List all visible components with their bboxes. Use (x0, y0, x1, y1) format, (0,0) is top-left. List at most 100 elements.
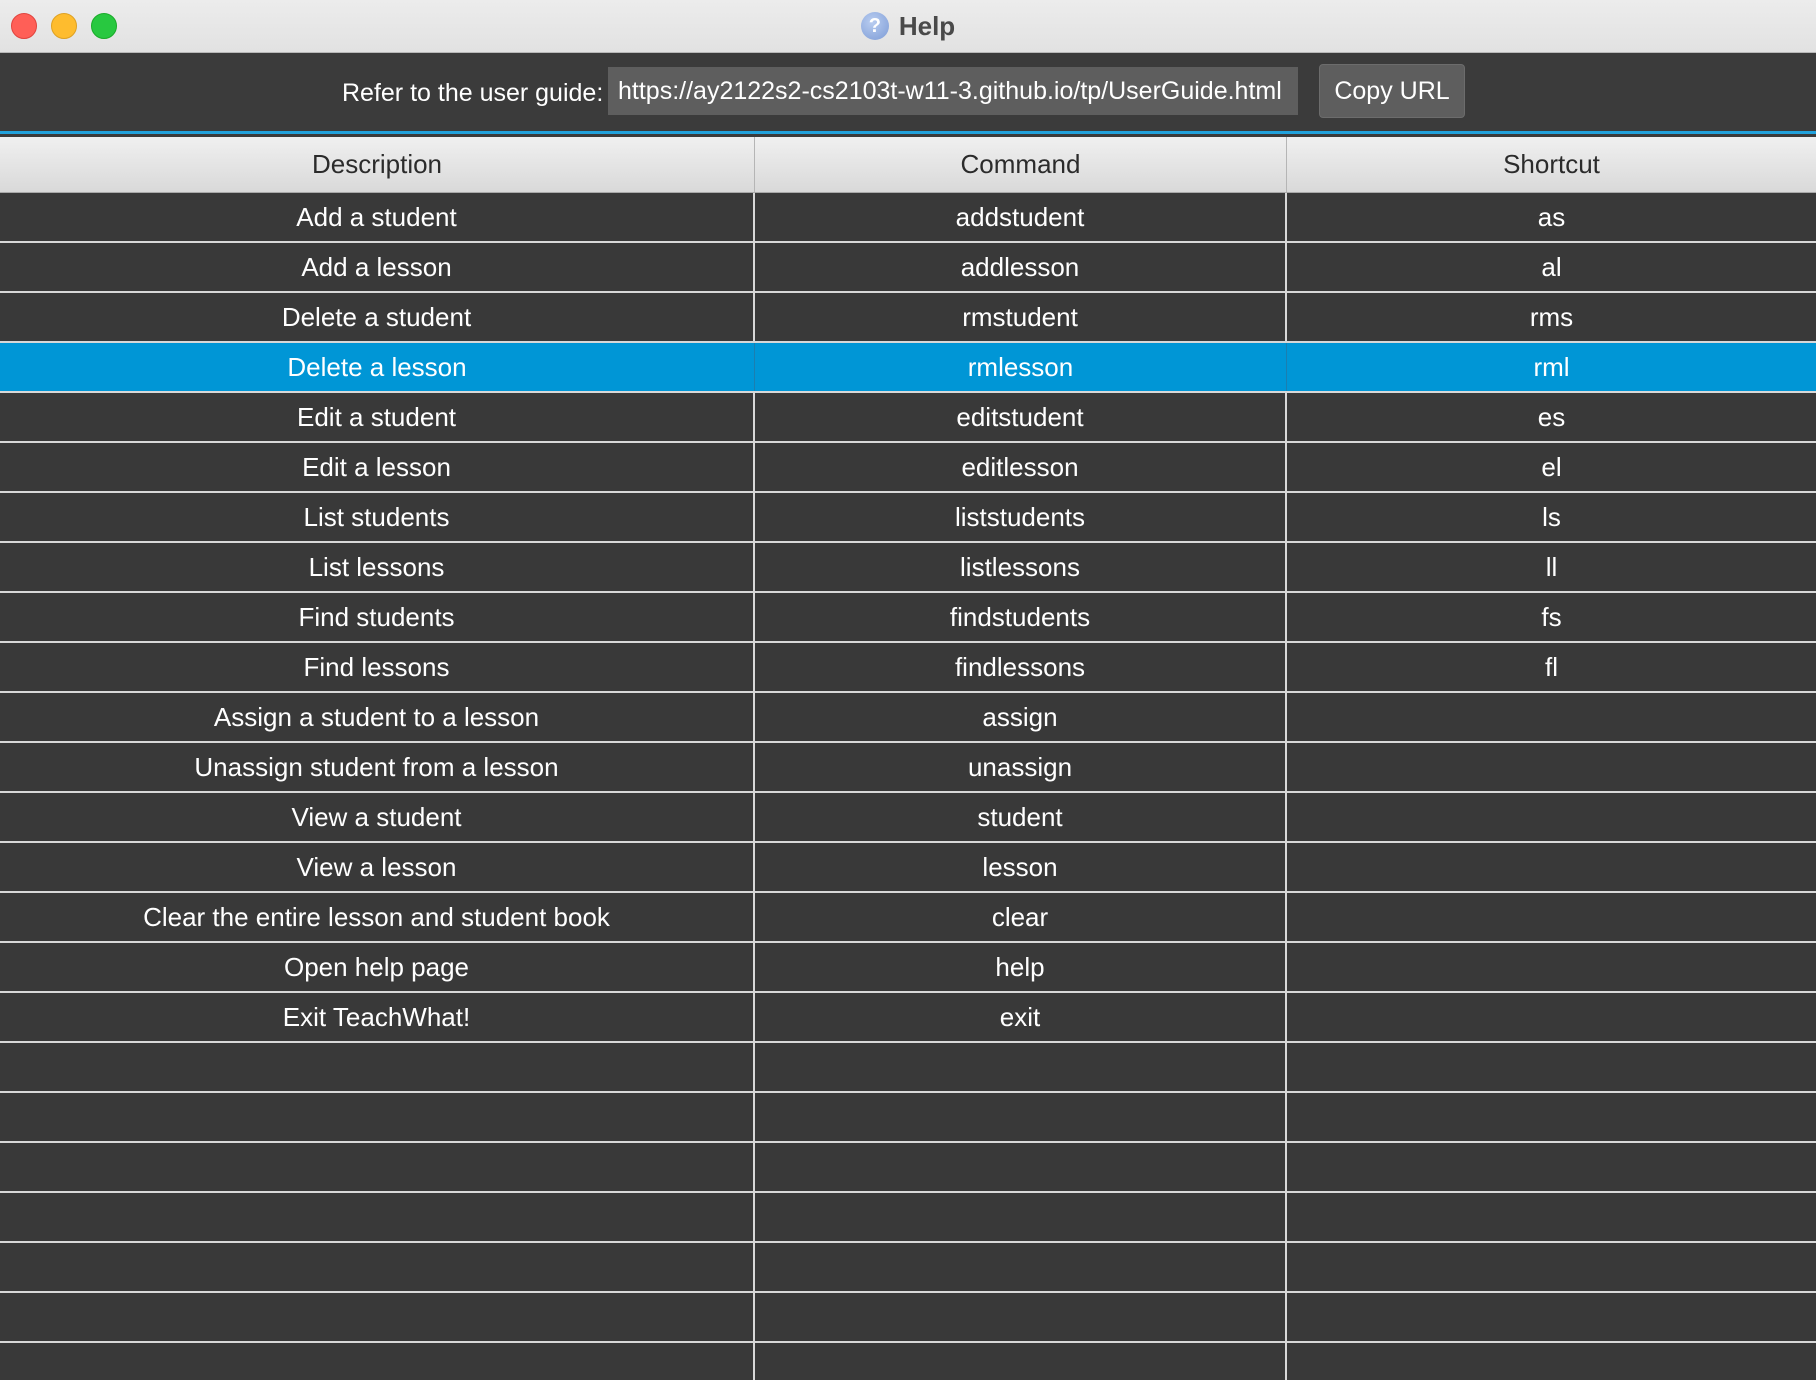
title-bar[interactable]: ? Help (0, 0, 1816, 53)
command-cell (755, 1143, 1287, 1191)
command-cell: assign (755, 693, 1287, 741)
table-row[interactable]: Edit a student editstudent es (0, 393, 1816, 443)
table-row[interactable] (0, 1193, 1816, 1243)
shortcut-cell (1287, 1193, 1816, 1241)
description-cell: Add a student (0, 193, 755, 241)
description-cell: Find students (0, 593, 755, 641)
shortcut-cell (1287, 1143, 1816, 1191)
command-cell: exit (755, 993, 1287, 1041)
command-cell (755, 1043, 1287, 1091)
table-row[interactable] (0, 1343, 1816, 1380)
command-cell: editlesson (755, 443, 1287, 491)
question-circle-icon: ? (860, 12, 889, 40)
shortcut-cell (1287, 1043, 1816, 1091)
description-cell (0, 1293, 755, 1341)
command-cell (755, 1343, 1287, 1380)
shortcut-cell (1287, 793, 1816, 841)
command-cell: findstudents (755, 593, 1287, 641)
shortcut-cell (1287, 843, 1816, 891)
description-cell: Add a lesson (0, 243, 755, 291)
table-row[interactable] (0, 1043, 1816, 1093)
shortcut-cell (1287, 993, 1816, 1041)
description-cell: List lessons (0, 543, 755, 591)
command-cell (755, 1193, 1287, 1241)
table-header: Description Command Shortcut (0, 137, 1816, 193)
command-cell: rmstudent (755, 293, 1287, 341)
description-cell: Open help page (0, 943, 755, 991)
description-cell: Delete a student (0, 293, 755, 341)
command-cell (755, 1293, 1287, 1341)
table-row[interactable]: View a student student (0, 793, 1816, 843)
shortcut-cell: rms (1529, 301, 1574, 332)
table-row[interactable]: Clear the entire lesson and student book… (0, 893, 1816, 943)
shortcut-cell: ll (1545, 551, 1558, 582)
command-cell: student (755, 793, 1287, 841)
table-row[interactable]: List lessons listlessons ll (0, 543, 1816, 593)
table-row[interactable]: Exit TeachWhat! exit (0, 993, 1816, 1043)
shortcut-cell (1287, 1343, 1816, 1380)
shortcut-cell: el (1541, 451, 1562, 482)
shortcut-cell (1287, 1293, 1816, 1341)
description-cell (0, 1193, 755, 1241)
table-row[interactable]: Find students findstudents fs (0, 593, 1816, 643)
table-row[interactable] (0, 1093, 1816, 1143)
description-cell (0, 1243, 755, 1291)
description-cell: Clear the entire lesson and student book (0, 893, 755, 941)
table-row[interactable]: Assign a student to a lesson assign (0, 693, 1816, 743)
description-cell: View a lesson (0, 843, 755, 891)
description-cell (0, 1343, 755, 1380)
description-cell: Exit TeachWhat! (0, 993, 755, 1041)
copy-url-button[interactable]: Copy URL (1319, 64, 1465, 118)
table-row[interactable] (0, 1243, 1816, 1293)
window-title-group: ? Help (0, 0, 1816, 52)
command-cell: clear (755, 893, 1287, 941)
command-cell: listlessons (755, 543, 1287, 591)
command-cell: unassign (755, 743, 1287, 791)
shortcut-cell (1287, 893, 1816, 941)
table-row[interactable]: Open help page help (0, 943, 1816, 993)
description-cell (0, 1093, 755, 1141)
table-row[interactable]: Delete a student rmstudent rms (0, 293, 1816, 343)
user-guide-url-field[interactable]: https://ay2122s2-cs2103t-w11-3.github.io… (608, 67, 1298, 115)
description-cell: Edit a lesson (0, 443, 755, 491)
table-row[interactable]: Edit a lesson editlesson el (0, 443, 1816, 493)
table-row[interactable]: List students liststudents ls (0, 493, 1816, 543)
table-row[interactable]: Delete a lesson rmlesson rml (0, 343, 1816, 393)
command-cell: liststudents (755, 493, 1287, 541)
column-header-command[interactable]: Command (755, 137, 1287, 192)
help-window: ? Help Refer to the user guide: https://… (0, 0, 1816, 1380)
shortcut-cell: ls (1542, 501, 1561, 532)
command-cell: editstudent (755, 393, 1287, 441)
column-header-description[interactable]: Description (0, 137, 755, 192)
table-row[interactable]: Add a student addstudent as (0, 193, 1816, 243)
description-cell: Find lessons (0, 643, 755, 691)
command-cell (755, 1243, 1287, 1291)
description-cell: Unassign student from a lesson (0, 743, 755, 791)
description-cell: Delete a lesson (0, 343, 755, 391)
description-cell: View a student (0, 793, 755, 841)
description-cell: List students (0, 493, 755, 541)
description-cell: Assign a student to a lesson (0, 693, 755, 741)
command-cell (755, 1093, 1287, 1141)
table-row[interactable]: Unassign student from a lesson unassign (0, 743, 1816, 793)
command-cell: addstudent (755, 193, 1287, 241)
command-cell: rmlesson (755, 343, 1287, 391)
table-body: Add a student addstudent as Add a lesson add… (0, 193, 1816, 1380)
shortcut-cell: as (1537, 201, 1566, 232)
table-row[interactable] (0, 1143, 1816, 1193)
column-header-shortcut[interactable]: Shortcut (1287, 137, 1816, 192)
table-row[interactable]: View a lesson lesson (0, 843, 1816, 893)
shortcut-cell: fl (1545, 651, 1558, 682)
table-row[interactable]: Add a lesson addlesson al (0, 243, 1816, 293)
command-cell: lesson (755, 843, 1287, 891)
table-row[interactable] (0, 1293, 1816, 1343)
window-title: Help (898, 10, 956, 41)
shortcut-cell (1287, 693, 1816, 741)
command-cell: help (755, 943, 1287, 991)
shortcut-cell (1287, 743, 1816, 791)
shortcut-cell: rml (1533, 351, 1570, 382)
description-cell (0, 1143, 755, 1191)
description-cell: Edit a student (0, 393, 755, 441)
table-row[interactable]: Find lessons findlessons fl (0, 643, 1816, 693)
shortcut-cell (1287, 1093, 1816, 1141)
